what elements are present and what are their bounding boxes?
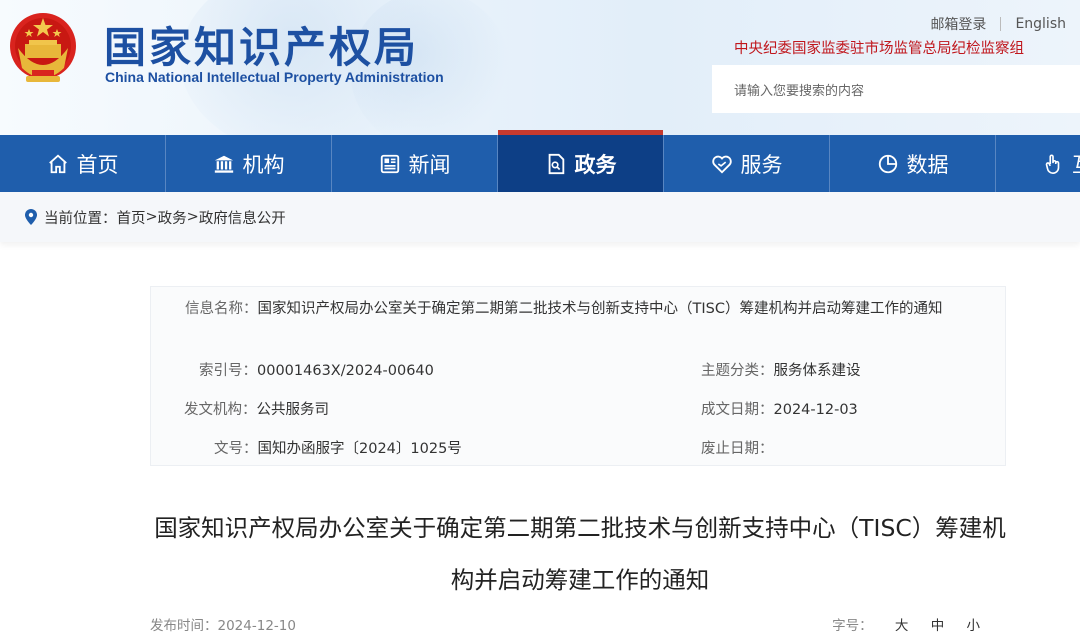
- home-icon: [48, 154, 67, 173]
- font-size-label: 字号：: [832, 618, 873, 634]
- info-topic: 主题分类：服务体系建设: [701, 359, 861, 380]
- location-pin-icon: [25, 209, 37, 225]
- info-topic-label: 主题分类：: [701, 363, 774, 379]
- font-size-medium-button[interactable]: 中: [931, 618, 945, 634]
- document-info-table: 信息名称：国家知识产权局办公室关于确定第二期第二批技术与创新支持中心（TISC）…: [150, 286, 1006, 466]
- nav-label: 互: [1072, 149, 1080, 179]
- info-date-value: 2024-12-03: [773, 402, 858, 418]
- info-issuer-label: 发文机构：: [184, 402, 257, 418]
- national-emblem-icon[interactable]: [8, 10, 78, 86]
- info-date: 成文日期：2024-12-03: [701, 398, 858, 419]
- info-name-value: 国家知识产权局办公室关于确定第二期第二批技术与创新支持中心（TISC）筹建机构并…: [257, 301, 943, 317]
- nav-item-institution[interactable]: 机构: [166, 135, 332, 192]
- heart-service-icon: [711, 155, 732, 174]
- nav-label: 数据: [906, 152, 949, 177]
- institution-icon: [214, 155, 233, 173]
- font-size-small-button[interactable]: 小: [967, 618, 981, 634]
- nav-item-affairs[interactable]: 政务: [498, 130, 664, 192]
- top-links: 邮箱登录 English: [916, 14, 1080, 34]
- info-issuer: 发文机构：公共服务司: [184, 398, 329, 419]
- site-title-cn[interactable]: 国家知识产权局: [104, 14, 419, 75]
- breadcrumb-home[interactable]: 首页: [117, 207, 146, 228]
- font-size-large-button[interactable]: 大: [895, 618, 909, 634]
- info-index-value: 00001463X/2024-00640: [257, 363, 434, 379]
- info-topic-value: 服务体系建设: [773, 363, 861, 379]
- info-index-label: 索引号：: [199, 363, 257, 379]
- nav-item-interaction[interactable]: 互: [996, 135, 1080, 192]
- nav-item-home[interactable]: 首页: [0, 135, 166, 192]
- info-date-label: 成文日期：: [701, 402, 774, 418]
- hand-icon: [1045, 154, 1060, 174]
- nav-label: 服务: [740, 152, 783, 177]
- publish-label: 发布时间：: [150, 618, 218, 634]
- site-header: 国家知识产权局 China National Intellectual Prop…: [0, 0, 1080, 135]
- breadcrumb-affairs[interactable]: 政务: [158, 207, 187, 228]
- info-index: 索引号：00001463X/2024-00640: [199, 359, 434, 380]
- nav-label: 新闻: [408, 152, 451, 177]
- inspection-group-link[interactable]: 中央纪委国家监委驻市场监管总局纪检监察组: [734, 37, 1024, 58]
- news-icon: [380, 154, 399, 173]
- nav-label: 机构: [242, 152, 285, 177]
- nav-item-service[interactable]: 服务: [664, 135, 830, 192]
- nav-item-news[interactable]: 新闻: [332, 135, 498, 192]
- breadcrumb-separator: >: [145, 209, 158, 225]
- publish-bar: 发布时间：2024-12-10 字号： 大 中 小: [150, 614, 980, 634]
- info-doc-value: 国知办函服字〔2024〕1025号: [257, 441, 462, 457]
- document-icon: [548, 153, 564, 174]
- info-issuer-value: 公共服务司: [256, 402, 330, 418]
- pie-chart-icon: [878, 154, 897, 173]
- info-expire-label: 废止日期：: [701, 441, 774, 457]
- search-input[interactable]: 请输入您要搜索的内容: [712, 65, 1080, 113]
- site-title-en[interactable]: China National Intellectual Property Adm…: [105, 69, 444, 85]
- breadcrumb: 当前位置： 首页 > 政务 > 政府信息公开: [0, 192, 1080, 242]
- nav-label: 政务: [574, 152, 617, 177]
- article-title: 国家知识产权局办公室关于确定第二期第二批技术与创新支持中心（TISC）筹建机构并…: [154, 514, 1006, 594]
- info-name-label: 信息名称：: [185, 301, 258, 317]
- main-nav: 首页 机构 新闻 政务 服务 数据: [0, 130, 1080, 192]
- nav-item-data[interactable]: 数据: [830, 135, 996, 192]
- english-link[interactable]: English: [1001, 16, 1080, 32]
- nav-label: 首页: [76, 152, 119, 177]
- info-name-row: 信息名称：国家知识产权局办公室关于确定第二期第二批技术与创新支持中心（TISC）…: [175, 299, 975, 319]
- mail-login-link[interactable]: 邮箱登录: [916, 14, 1000, 34]
- info-doc-label: 文号：: [214, 441, 258, 457]
- search-placeholder: 请输入您要搜索的内容: [734, 83, 865, 99]
- font-size-control: 字号： 大 中 小: [832, 614, 980, 634]
- breadcrumb-gov-info[interactable]: 政府信息公开: [199, 207, 286, 228]
- info-expire: 废止日期：: [701, 437, 774, 458]
- publish-date: 2024-12-10: [217, 618, 296, 634]
- info-doc-number: 文号：国知办函服字〔2024〕1025号: [214, 437, 462, 458]
- breadcrumb-prefix: 当前位置：: [44, 210, 117, 227]
- breadcrumb-separator: >: [186, 209, 199, 225]
